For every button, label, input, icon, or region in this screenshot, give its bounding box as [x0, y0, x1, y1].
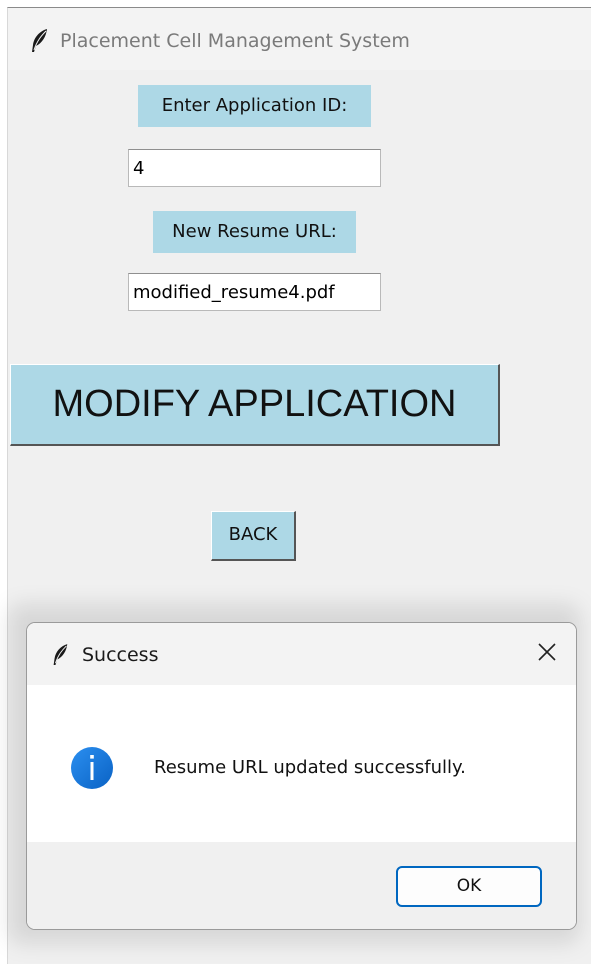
back-button[interactable]: BACK: [211, 511, 296, 561]
close-icon[interactable]: [532, 637, 562, 667]
dialog-title: Success: [82, 644, 159, 666]
application-id-label: Enter Application ID:: [138, 85, 371, 127]
title-bar[interactable]: Placement Cell Management System: [8, 8, 591, 70]
ok-button[interactable]: OK: [396, 866, 542, 907]
success-dialog: Success Resume URL updated successfully.…: [26, 622, 577, 930]
resume-url-input[interactable]: [128, 273, 381, 311]
dialog-message: Resume URL updated successfully.: [154, 757, 466, 778]
modify-application-button[interactable]: MODIFY APPLICATION: [10, 364, 500, 446]
dialog-body: Resume URL updated successfully.: [27, 685, 576, 842]
dialog-footer: OK: [27, 842, 576, 929]
info-icon: [71, 747, 113, 789]
feather-icon: [53, 644, 68, 665]
feather-icon: [32, 29, 47, 52]
dialog-title-bar[interactable]: Success: [27, 623, 576, 685]
resume-url-label: New Resume URL:: [153, 211, 356, 253]
window-title: Placement Cell Management System: [60, 30, 410, 52]
application-id-input[interactable]: [128, 149, 381, 187]
